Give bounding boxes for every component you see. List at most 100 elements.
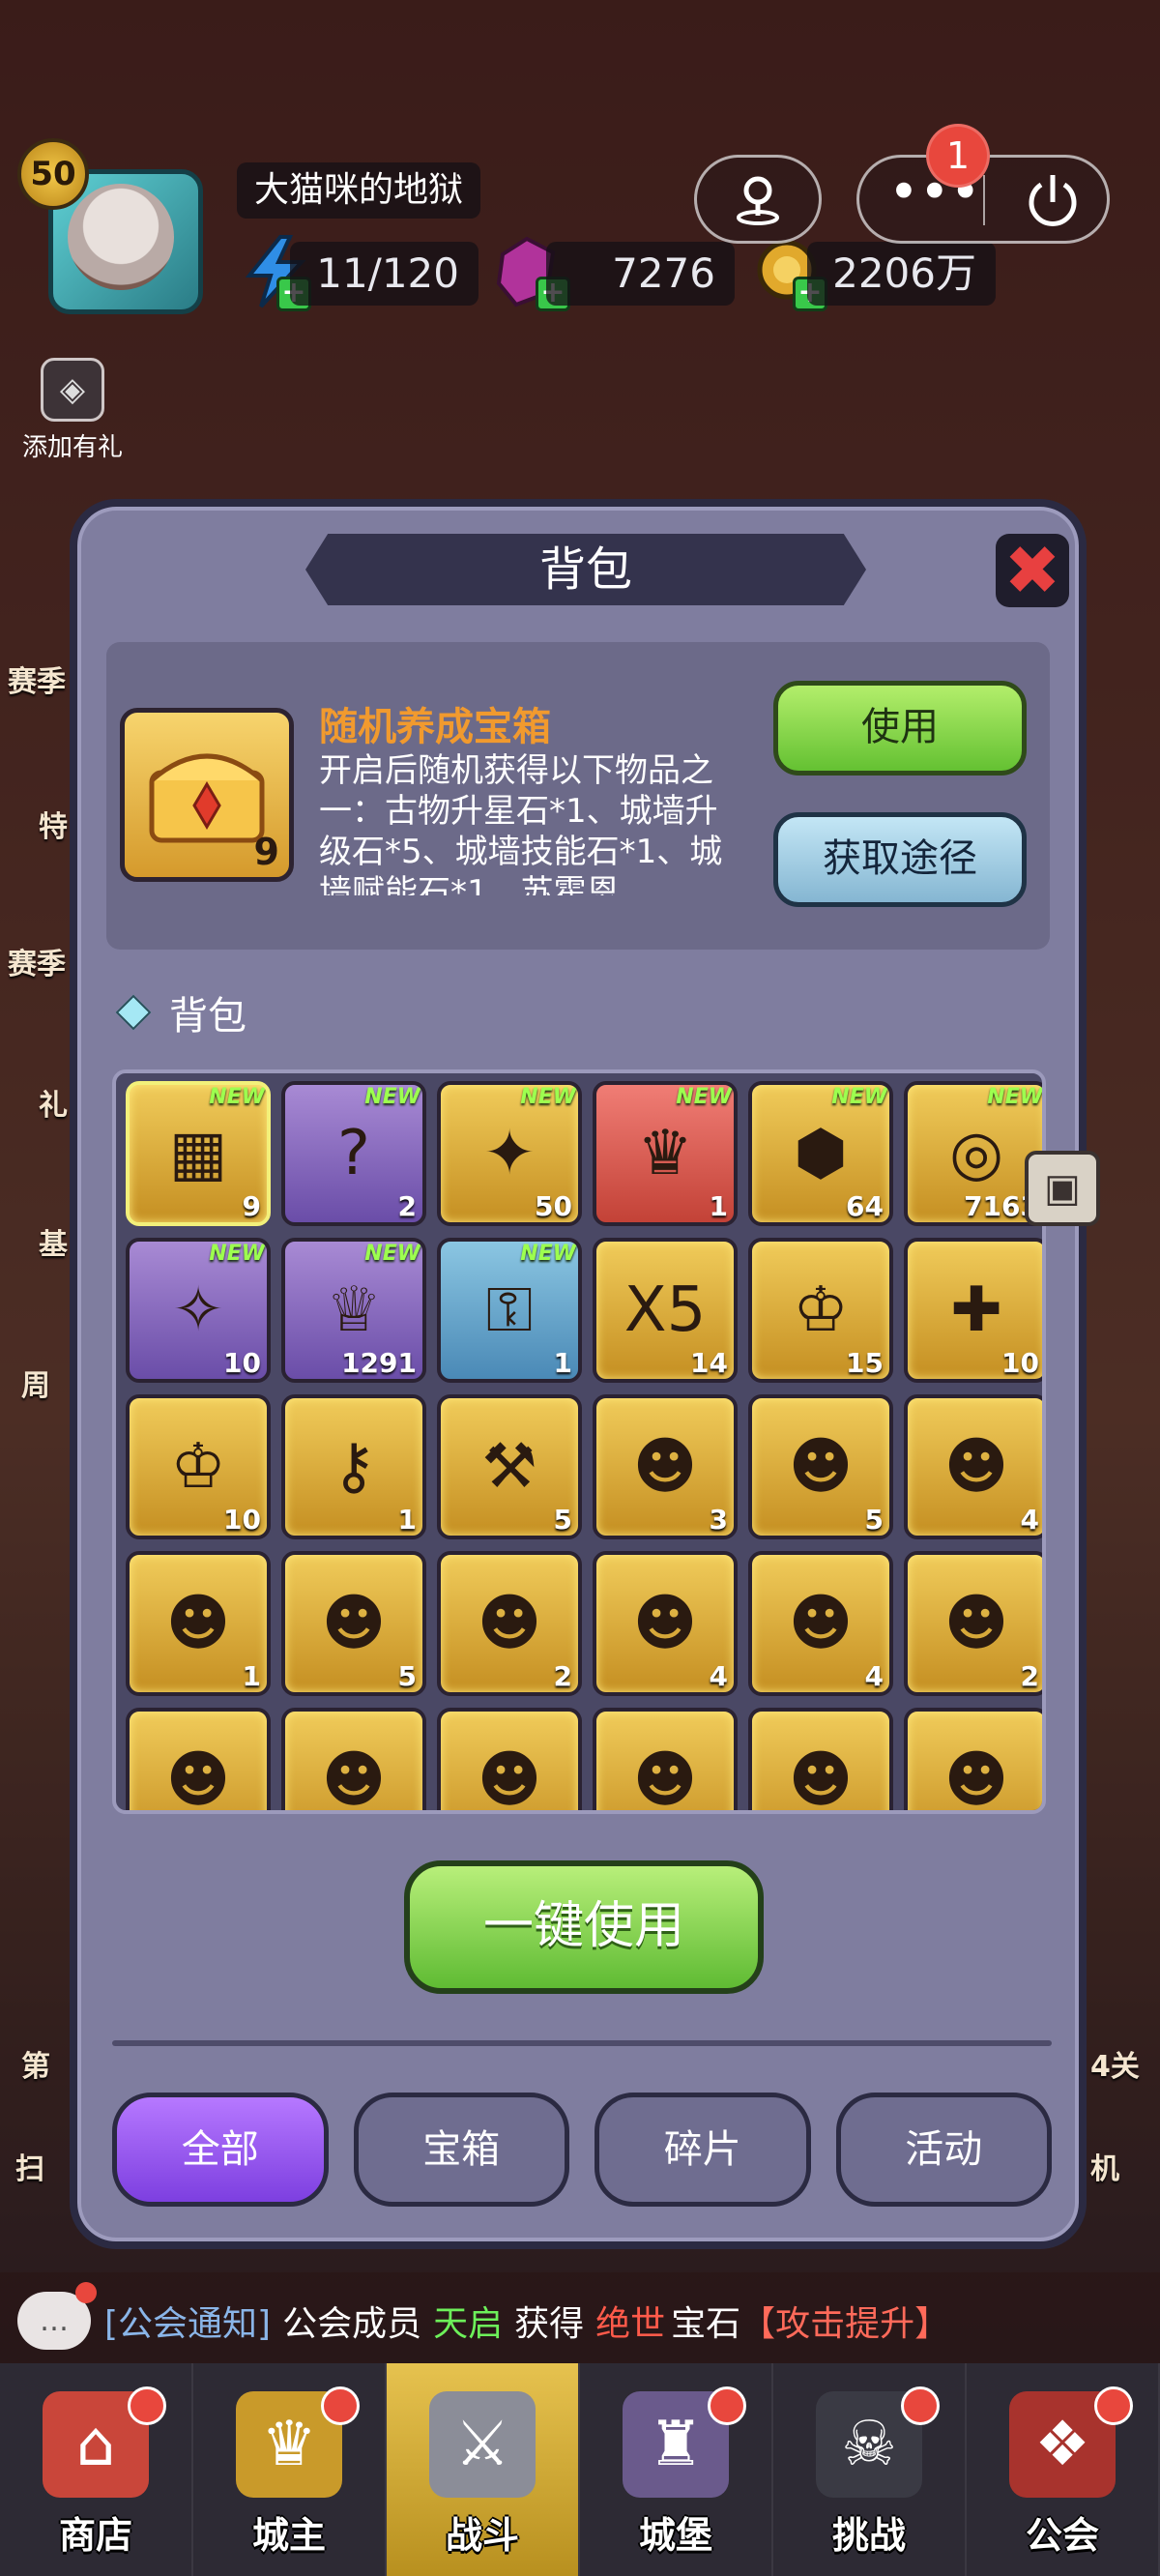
inventory-item[interactable]: ☻ 5 (748, 1394, 893, 1539)
inventory-item[interactable]: ⚷ 1 (281, 1394, 426, 1539)
item-icon: ☻ (788, 1431, 854, 1503)
right-peek-machine[interactable]: 机 (1090, 2145, 1119, 2187)
item-quantity: 4 (1020, 1504, 1039, 1536)
nav-label: 挑战 (831, 2514, 906, 2557)
inventory-item[interactable]: ✧ NEW 10 (126, 1238, 271, 1383)
inventory-item[interactable]: X5 14 (593, 1238, 738, 1383)
inventory-item[interactable]: ♔ 15 (748, 1238, 893, 1383)
inventory-item[interactable]: ☻ 1 (126, 1551, 271, 1696)
inventory-item[interactable]: ☻ 2 (904, 1551, 1042, 1696)
inventory-item[interactable]: ♛ NEW 1 (593, 1081, 738, 1226)
inventory-item[interactable]: ☻ (748, 1708, 893, 1810)
inventory-item[interactable]: ♕ NEW 1291 (281, 1238, 426, 1383)
inventory-item[interactable]: ☻ (281, 1708, 426, 1810)
inventory-item[interactable]: ⬢ NEW 64 (748, 1081, 893, 1226)
item-icon: ♕ (326, 1274, 382, 1346)
inventory-item[interactable]: ☻ 4 (904, 1394, 1042, 1539)
side-peek-4[interactable]: 礼 (39, 1081, 68, 1124)
location-button[interactable] (694, 155, 822, 244)
guild-notice-bar[interactable]: … [公会通知] 公会成员 天启 获得 绝世 宝石 【攻击提升】 (0, 2272, 1160, 2369)
nav-guild[interactable]: ❖ 公会 (967, 2363, 1160, 2576)
item-icon: ⚿ (485, 1274, 534, 1346)
inventory-item[interactable]: ☻ (126, 1708, 271, 1810)
side-peek-2[interactable]: 特 (39, 803, 68, 845)
side-peek-6[interactable]: 周 (21, 1361, 50, 1404)
nav-label: 商店 (58, 2514, 132, 2557)
item-quantity: 2 (1020, 1660, 1039, 1692)
tab-chests[interactable]: 宝箱 (353, 2093, 569, 2207)
new-tag: NEW (209, 1085, 265, 1109)
item-quantity: 4 (864, 1660, 884, 1692)
notification-dot (128, 2386, 166, 2425)
item-quantity: 5 (864, 1504, 884, 1536)
inventory-item[interactable]: ? NEW 2 (281, 1081, 426, 1226)
side-peek-5[interactable]: 基 (39, 1220, 68, 1263)
nav-castle[interactable]: ♜ 城堡 (580, 2363, 773, 2576)
inventory-item[interactable]: ♔ 10 (126, 1394, 271, 1539)
inventory-item[interactable]: ☻ 2 (437, 1551, 582, 1696)
use-button[interactable]: 使用 (773, 681, 1027, 776)
item-icon: ✦ (483, 1118, 536, 1189)
player-avatar[interactable]: 50 (17, 138, 213, 319)
notice-text-1: 公会成员 (282, 2304, 422, 2344)
tab-events[interactable]: 活动 (835, 2093, 1052, 2207)
capsule-divider (983, 175, 985, 225)
left-peek-sweep[interactable]: 扫 (15, 2145, 44, 2187)
inventory-item[interactable]: ☻ 3 (593, 1394, 738, 1539)
item-icon: ♔ (793, 1274, 849, 1346)
avatar (68, 184, 174, 290)
item-icon: ⬢ (794, 1118, 848, 1189)
power-button[interactable] (1014, 165, 1091, 235)
close-button[interactable]: ✖ (996, 531, 1069, 610)
item-icon: ♛ (637, 1118, 693, 1189)
item-quantity: 2 (553, 1660, 572, 1692)
item-icon: ⚷ (331, 1431, 377, 1503)
item-quantity: 64 (846, 1190, 884, 1222)
new-tag: NEW (520, 1085, 576, 1109)
item-quantity: 2 (397, 1190, 417, 1222)
item-quantity: 4 (709, 1660, 728, 1692)
item-icon: ☻ (943, 1431, 1009, 1503)
nav-label: 公会 (1025, 2514, 1099, 2557)
nav-battle[interactable]: ⚔ 战斗 (387, 2363, 580, 2576)
inventory-item[interactable]: ⚿ NEW 1 (437, 1238, 582, 1383)
inventory-item[interactable]: ☻ 4 (748, 1551, 893, 1696)
bottom-navigation: ⌂ 商店 ♛ 城主 ⚔ 战斗 ♜ 城堡 ☠ 挑战 ❖ 公会 (0, 2363, 1160, 2576)
inventory-item[interactable]: ☻ (904, 1708, 1042, 1810)
inventory-item[interactable]: ▦ NEW 9 (126, 1081, 271, 1226)
side-peek-3[interactable]: 赛季 (8, 940, 66, 982)
nav-lord[interactable]: ♛ 城主 (193, 2363, 387, 2576)
item-quantity: 1 (242, 1660, 261, 1692)
item-quantity: 9 (242, 1190, 261, 1222)
new-tag: NEW (364, 1242, 420, 1266)
item-grid-container[interactable]: ▦ NEW 9? NEW 2 ✦ NEW 50 ♛ NEW 1 ⬢ NEW 64 ◎ NEW 7163 ✧ NEW 1… (112, 1069, 1046, 1814)
item-icon: ☻ (477, 1588, 542, 1659)
chat-icon[interactable]: … (17, 2282, 97, 2350)
item-icon: ☻ (321, 1588, 387, 1659)
left-peek-stage: 第 (21, 2050, 50, 2084)
add-gift-button[interactable]: ◈ 添加有礼 (10, 358, 135, 463)
inventory-item[interactable]: ✦ NEW 50 (437, 1081, 582, 1226)
inventory-item[interactable]: ✚ 10 (904, 1238, 1042, 1383)
item-detail-card: 9 随机养成宝箱 开启后随机获得以下物品之一：古物升星石*1、城墙升级石*5、城… (106, 642, 1050, 950)
tab-all[interactable]: 全部 (112, 2093, 329, 2207)
nav-label: 城主 (251, 2514, 326, 2557)
inventory-item[interactable]: ☻ 4 (593, 1551, 738, 1696)
item-icon: ☻ (165, 1588, 231, 1659)
item-icon: ☻ (788, 1588, 854, 1659)
inventory-item[interactable]: ☻ (437, 1708, 582, 1810)
inventory-item[interactable]: ☻ (593, 1708, 738, 1810)
tab-fragments[interactable]: 碎片 (594, 2093, 811, 2207)
inventory-item[interactable]: ☻ 5 (281, 1551, 426, 1696)
notice-text-3: 宝石 (671, 2304, 741, 2344)
bag-icon[interactable]: ▣ (1025, 1151, 1100, 1226)
nav-shop[interactable]: ⌂ 商店 (0, 2363, 193, 2576)
inventory-item[interactable]: ⚒ 5 (437, 1394, 582, 1539)
side-peek-1[interactable]: 赛季 (8, 658, 66, 700)
obtain-source-button[interactable]: 获取途径 (773, 812, 1027, 907)
one-click-use-button[interactable]: 一键使用 (404, 1860, 764, 1994)
selected-item-description[interactable]: 开启后随机获得以下物品之一：古物升星石*1、城墙升级石*5、城墙技能石*1、城墙… (319, 750, 744, 895)
selected-item-name: 随机养成宝箱 (319, 705, 551, 749)
diamond-icon: ◈ (41, 358, 104, 422)
nav-challenge[interactable]: ☠ 挑战 (773, 2363, 967, 2576)
